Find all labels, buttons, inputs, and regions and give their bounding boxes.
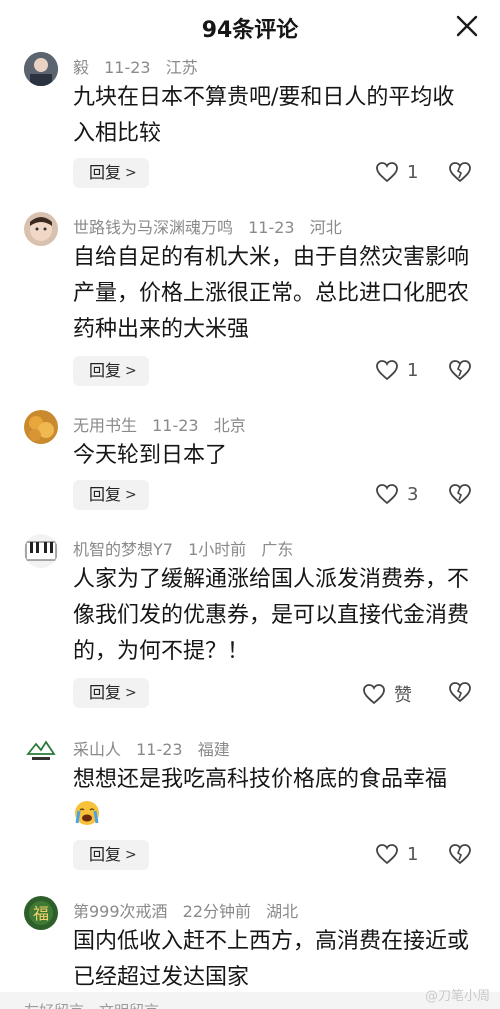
comment-location: 广东 (261, 540, 294, 559)
comment-time: 11-23 (104, 58, 151, 77)
username[interactable]: 机智的梦想Y7 (73, 540, 173, 559)
avatar[interactable] (24, 212, 58, 246)
avatar[interactable]: 福 (24, 896, 58, 930)
like-button[interactable]: 赞 (362, 681, 412, 707)
watermark: @刀笔小周 (424, 989, 490, 1004)
crying-emoji-icon (75, 801, 99, 825)
heart-outline-icon (363, 684, 385, 705)
page-title: 94条评论 (201, 18, 299, 43)
comment-input[interactable]: 友好留言，文明留言 (24, 1000, 159, 1009)
broken-heart-icon[interactable] (448, 358, 472, 382)
comment-location: 北京 (213, 416, 246, 435)
heart-outline-icon (376, 162, 398, 183)
comment-text: 想想还是我吃高科技价格底的食品幸福 (73, 762, 473, 834)
reply-button[interactable]: 回复 > (73, 840, 149, 870)
comment-text: 国内低收入赶不上西方，高消费在接近或已经超过发达国家 (73, 929, 470, 990)
comment-meta: 无用书生 11-23 北京 (73, 412, 256, 436)
chevron-right-icon: > (125, 165, 137, 181)
close-icon[interactable] (454, 13, 480, 39)
like-button[interactable]: 1 (375, 161, 418, 183)
username[interactable]: 采山人 (73, 740, 121, 759)
comment-location: 湖北 (266, 902, 299, 921)
broken-heart-icon[interactable] (448, 680, 472, 704)
like-count: 赞 (394, 685, 412, 706)
comment-time: 11-23 (152, 416, 199, 435)
username[interactable]: 无用书生 (73, 416, 137, 435)
like-count: 1 (407, 359, 419, 381)
svg-text:福: 福 (33, 904, 49, 923)
comment-time: 11-23 (136, 740, 183, 759)
like-button[interactable]: 1 (375, 359, 418, 381)
like-count: 3 (407, 483, 419, 505)
reply-button[interactable]: 回复 > (73, 158, 149, 188)
comment-meta: 第999次戒酒 22分钟前 湖北 (73, 898, 308, 922)
broken-heart-icon[interactable] (448, 842, 472, 866)
comment-time: 1小时前 (188, 540, 247, 559)
chevron-right-icon: > (125, 487, 137, 503)
comment-location: 福建 (197, 740, 230, 759)
comment-header: 94条评论 (0, 0, 500, 52)
like-button[interactable]: 1 (375, 843, 418, 865)
avatar[interactable] (24, 410, 58, 444)
comment-text: 人家为了缓解通涨给国人派发消费券，不像我们发的优惠券，是可以直接代金消费的，为何… (73, 567, 470, 664)
reply-button[interactable]: 回复 > (73, 678, 149, 708)
username[interactable]: 毅 (73, 58, 89, 77)
reply-button[interactable]: 回复 > (73, 356, 149, 386)
avatar[interactable] (24, 52, 58, 86)
broken-heart-icon[interactable] (448, 482, 472, 506)
chevron-right-icon: > (125, 363, 137, 379)
comment-meta: 世路钱为马深渊魂万鸣 11-23 河北 (73, 214, 352, 238)
avatar[interactable] (24, 534, 58, 568)
broken-heart-icon[interactable] (448, 160, 472, 184)
username[interactable]: 第999次戒酒 (73, 902, 168, 921)
comment-time: 11-23 (248, 218, 295, 237)
like-count: 1 (407, 161, 419, 183)
heart-outline-icon (376, 844, 398, 865)
comment-text: 今天轮到日本了 (73, 443, 228, 468)
username[interactable]: 世路钱为马深渊魂万鸣 (73, 218, 233, 237)
avatar[interactable] (24, 734, 58, 768)
reply-button[interactable]: 回复 > (73, 480, 149, 510)
comment-list[interactable]: 毅 11-23 江苏 九块在日本不算贵吧/要和日人的平均收入相比较 回复 > 1 … (0, 52, 500, 992)
like-count: 1 (407, 843, 419, 865)
comment-meta: 机智的梦想Y7 1小时前 广东 (73, 536, 303, 560)
heart-outline-icon (376, 484, 398, 505)
chevron-right-icon: > (125, 847, 137, 863)
comment-text: 自给自足的有机大米，由于自然灾害影响产量，价格上涨很正常。总比进口化肥农药种出来… (73, 245, 470, 342)
heart-outline-icon (376, 360, 398, 381)
comment-meta: 采山人 11-23 福建 (73, 736, 240, 760)
comment-meta: 毅 11-23 江苏 (73, 54, 208, 78)
comment-location: 河北 (309, 218, 342, 237)
like-button[interactable]: 3 (375, 483, 418, 505)
comment-time: 22分钟前 (182, 902, 252, 921)
chevron-right-icon: > (125, 685, 137, 701)
comment-location: 江苏 (165, 58, 198, 77)
comment-text: 九块在日本不算贵吧/要和日人的平均收入相比较 (73, 85, 455, 146)
